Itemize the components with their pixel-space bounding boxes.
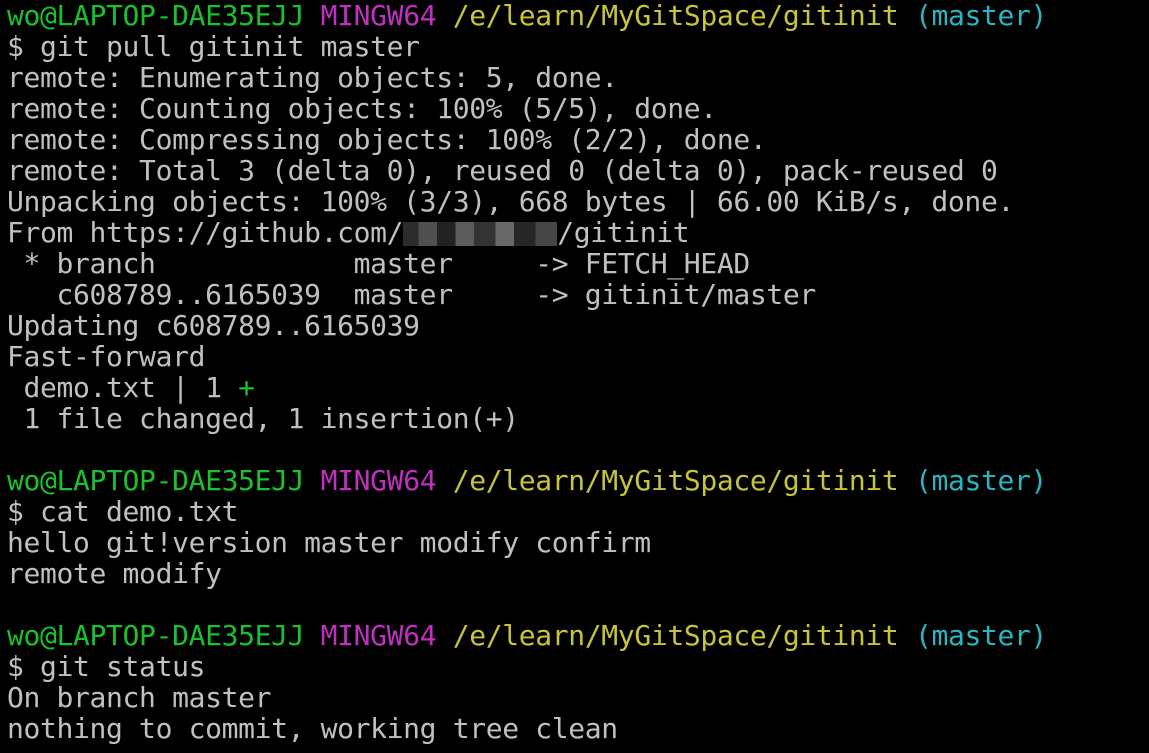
prompt-user-host: wo@LAPTOP-DAE35EJJ [7,464,305,497]
prompt-env: MINGW64 [320,464,437,497]
prompt-user-host: wo@LAPTOP-DAE35EJJ [7,0,305,32]
from-prefix: From https://github.com/ [7,216,404,249]
redacted-username [403,222,558,246]
terminal-window[interactable]: wo@LAPTOP-DAE35EJJ MINGW64 /e/learn/MyGi… [0,0,1149,753]
output-line: hello git!version master modify confirm [7,526,651,559]
command-line: $ cat demo.txt [7,495,239,528]
output-line: * branch master -> FETCH_HEAD [7,247,751,280]
prompt-user-host: wo@LAPTOP-DAE35EJJ [7,619,305,652]
output-line: c608789..6165039 master -> gitinit/maste… [7,278,817,311]
prompt-branch: (master) [914,619,1048,652]
output-line: remote: Enumerating objects: 5, done. [7,61,618,94]
prompt-path: /e/learn/MyGitSpace/gitinit [452,0,899,32]
prompt-line: wo@LAPTOP-DAE35EJJ MINGW64 /e/learn/MyGi… [7,465,1149,496]
command-line: $ git pull gitinit master [7,30,420,63]
output-line: remote: Counting objects: 100% (5/5), do… [7,92,717,125]
output-line: remote modify [7,557,222,590]
output-line: 1 file changed, 1 insertion(+) [7,402,520,435]
output-line: Fast-forward [7,340,206,373]
prompt-line: wo@LAPTOP-DAE35EJJ MINGW64 /e/learn/MyGi… [7,0,1149,31]
diffstat-plus: + [238,371,255,404]
from-suffix: /gitinit [557,216,690,249]
diffstat-line: demo.txt | 1 + [7,372,1149,403]
output-line: nothing to commit, working tree clean [7,712,618,745]
output-line: remote: Compressing objects: 100% (2/2),… [7,123,767,156]
output-line: On branch master [7,681,272,714]
prompt-env: MINGW64 [320,619,437,652]
output-line: remote: Total 3 (delta 0), reused 0 (del… [7,154,998,187]
prompt-branch: (master) [914,464,1048,497]
output-line-from: From https://github.com/ /gitinit [7,217,1149,248]
prompt-path: /e/learn/MyGitSpace/gitinit [452,464,899,497]
prompt-path: /e/learn/MyGitSpace/gitinit [452,619,899,652]
output-line: Updating c608789..6165039 [7,309,420,342]
prompt-env: MINGW64 [320,0,437,32]
command-line: $ git status [7,650,206,683]
prompt-branch: (master) [914,0,1048,32]
prompt-line: wo@LAPTOP-DAE35EJJ MINGW64 /e/learn/MyGi… [7,620,1149,651]
output-line: Unpacking objects: 100% (3/3), 668 bytes… [7,185,1014,218]
diffstat-file: demo.txt | 1 [7,371,239,404]
